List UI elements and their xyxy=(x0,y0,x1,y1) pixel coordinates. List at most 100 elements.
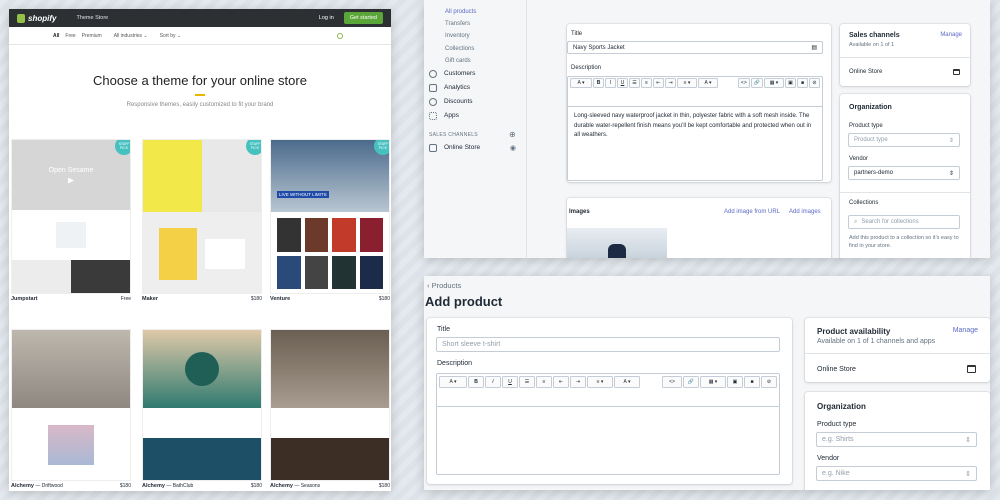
theme-thumbnail[interactable] xyxy=(270,329,390,481)
italic-button[interactable]: I xyxy=(605,78,616,88)
product-image[interactable] xyxy=(567,228,667,258)
filter-premium[interactable]: Premium xyxy=(82,33,102,39)
title-input[interactable]: Navy Sports Jacket ▤ xyxy=(567,41,823,54)
theme-name[interactable]: Maker xyxy=(142,296,158,302)
video-button[interactable]: ■ xyxy=(744,376,760,388)
nav-all-products[interactable]: All products xyxy=(424,6,526,18)
outdent-button[interactable]: ⇤ xyxy=(553,376,569,388)
nav-analytics[interactable]: Analytics xyxy=(424,81,526,95)
numbered-list-button[interactable]: ≡ xyxy=(641,78,652,88)
theme-name[interactable]: Alchemy xyxy=(142,483,165,489)
theme-card-venture[interactable]: LIVE WITHOUT LIMITS STAFF PICK Venture $1… xyxy=(270,139,390,302)
theme-store-label[interactable]: Theme Store xyxy=(76,15,108,21)
product-type-label: Product type xyxy=(817,421,857,428)
theme-name[interactable]: Jumpstart xyxy=(11,296,38,302)
outdent-button[interactable]: ⇤ xyxy=(653,78,664,88)
numbered-list-button[interactable]: ≡ xyxy=(536,376,552,388)
sort-dropdown[interactable]: Sort by ⌄ xyxy=(160,33,181,39)
product-editor-window: All products Transfers Inventory Collect… xyxy=(424,0,990,258)
industries-dropdown[interactable]: All industries ⌄ xyxy=(114,33,148,39)
theme-card-alchemy-seasons[interactable]: Alchemy — Seasons $180 xyxy=(270,329,390,489)
product-type-select[interactable]: e.g. Shirts ⇕ xyxy=(816,432,977,447)
add-image-url-link[interactable]: Add image from URL xyxy=(724,209,780,215)
add-images-link[interactable]: Add images xyxy=(789,209,821,215)
vendor-select[interactable]: e.g. Nike ⇕ xyxy=(816,466,977,481)
theme-thumbnail[interactable] xyxy=(11,329,131,481)
calendar-icon[interactable] xyxy=(967,365,976,373)
page-title: Choose a theme for your online store xyxy=(93,73,307,88)
calendar-icon[interactable] xyxy=(953,69,960,75)
add-channel-icon[interactable]: ⊕ xyxy=(509,130,516,139)
align-dropdown[interactable]: ≡ ▾ xyxy=(677,78,697,88)
theme-thumbnail[interactable]: STAFF PICK xyxy=(142,139,262,294)
theme-price: $180 xyxy=(250,296,262,302)
breadcrumb-products: Products xyxy=(431,281,462,290)
login-link[interactable]: Log in xyxy=(319,15,334,21)
theme-name[interactable]: Venture xyxy=(270,296,290,302)
search-icon[interactable] xyxy=(337,32,343,39)
theme-card-maker[interactable]: STAFF PICK Maker $180 xyxy=(142,139,262,302)
nav-online-store[interactable]: Online Store ◉ xyxy=(424,141,526,155)
image-button[interactable]: ▣ xyxy=(785,78,796,88)
nav-gift-cards[interactable]: Gift cards xyxy=(424,55,526,67)
theme-thumbnail[interactable]: LIVE WITHOUT LIMITS STAFF PICK xyxy=(270,139,390,294)
indent-button[interactable]: ⇥ xyxy=(665,78,676,88)
select-arrows-icon: ⇕ xyxy=(948,170,954,177)
title-input[interactable]: Short sleeve t-shirt xyxy=(436,337,780,352)
underline-button[interactable]: U xyxy=(617,78,628,88)
filter-all[interactable]: All xyxy=(53,33,59,39)
theme-card-alchemy-bathclub[interactable]: Alchemy — BathClub $180 xyxy=(142,329,262,489)
font-dropdown[interactable]: A ▾ xyxy=(439,376,467,388)
product-type-select[interactable]: Product type ⇕ xyxy=(848,133,960,147)
nav-discounts[interactable]: Discounts xyxy=(424,95,526,109)
nav-apps[interactable]: Apps xyxy=(424,109,526,123)
theme-thumbnail[interactable] xyxy=(142,329,262,481)
link-button[interactable]: 🔗 xyxy=(683,376,699,388)
color-dropdown[interactable]: A ▾ xyxy=(614,376,640,388)
link-button[interactable]: 🔗 xyxy=(750,78,763,88)
filter-free[interactable]: Free xyxy=(65,33,75,39)
italic-button[interactable]: I xyxy=(485,376,501,388)
bullet-list-button[interactable]: ☰ xyxy=(519,376,535,388)
html-toggle[interactable]: <> xyxy=(662,376,682,388)
theme-thumbnail[interactable]: Open Sesame STAFF PICK xyxy=(11,139,131,294)
manage-link[interactable]: Manage xyxy=(953,327,978,334)
editor-toolbar: A ▾ B I U ☰ ≡ ⇤ ⇥ ≡ ▾ A ▾ <> 🔗 ▦ ▾ ▣ ■ ⊘ xyxy=(437,374,779,407)
theme-card-jumpstart[interactable]: Open Sesame STAFF PICK Jumpstart Free xyxy=(11,139,131,302)
theme-price: $180 xyxy=(119,483,131,489)
font-dropdown[interactable]: A ▾ xyxy=(570,78,592,88)
description-text[interactable]: Long-sleeved navy waterproof jacket in t… xyxy=(568,107,822,146)
vendor-select[interactable]: partners-demo ⇕ xyxy=(848,166,960,180)
bullet-list-button[interactable]: ☰ xyxy=(629,78,640,88)
nav-collections[interactable]: Collections xyxy=(424,43,526,55)
bold-button[interactable]: B xyxy=(593,78,604,88)
theme-name[interactable]: Alchemy xyxy=(11,483,34,489)
collections-search[interactable]: ⌕ Search for collections xyxy=(848,215,960,229)
table-dropdown[interactable]: ▦ ▾ xyxy=(764,78,784,88)
align-dropdown[interactable]: ≡ ▾ xyxy=(587,376,613,388)
indent-button[interactable]: ⇥ xyxy=(570,376,586,388)
get-started-button[interactable]: Get started xyxy=(343,12,383,24)
eye-icon[interactable]: ◉ xyxy=(510,144,516,152)
underline-button[interactable]: U xyxy=(502,376,518,388)
video-button[interactable]: ■ xyxy=(797,78,808,88)
main-content: Title Navy Sports Jacket ▤ Description A … xyxy=(527,0,990,258)
breadcrumb[interactable]: ‹ Products xyxy=(427,281,461,290)
html-toggle[interactable]: <> xyxy=(737,78,750,88)
image-button[interactable]: ▣ xyxy=(727,376,743,388)
nav-inventory[interactable]: Inventory xyxy=(424,30,526,42)
clear-format-button[interactable]: ⊘ xyxy=(809,78,820,88)
clear-format-button[interactable]: ⊘ xyxy=(761,376,777,388)
theme-card-alchemy-driftwood[interactable]: Alchemy — Driftwood $180 xyxy=(11,329,131,489)
shopify-logo[interactable]: shopify xyxy=(17,13,56,23)
theme-name[interactable]: Alchemy xyxy=(270,483,293,489)
vendor-label: Vendor xyxy=(849,156,869,162)
bold-button[interactable]: B xyxy=(468,376,484,388)
description-editor[interactable]: A ▾ B I U ☰ ≡ ⇤ ⇥ ≡ ▾ A ▾ <> 🔗 ▦ ▾ ▣ ■ ⊘ xyxy=(567,76,823,181)
nav-customers[interactable]: Customers xyxy=(424,67,526,81)
manage-channels-link[interactable]: Manage xyxy=(940,32,962,38)
description-editor[interactable]: A ▾ B I U ☰ ≡ ⇤ ⇥ ≡ ▾ A ▾ <> 🔗 ▦ ▾ ▣ ■ ⊘ xyxy=(436,373,780,475)
table-dropdown[interactable]: ▦ ▾ xyxy=(700,376,726,388)
color-dropdown[interactable]: A ▾ xyxy=(698,78,718,88)
nav-transfers[interactable]: Transfers xyxy=(424,18,526,30)
